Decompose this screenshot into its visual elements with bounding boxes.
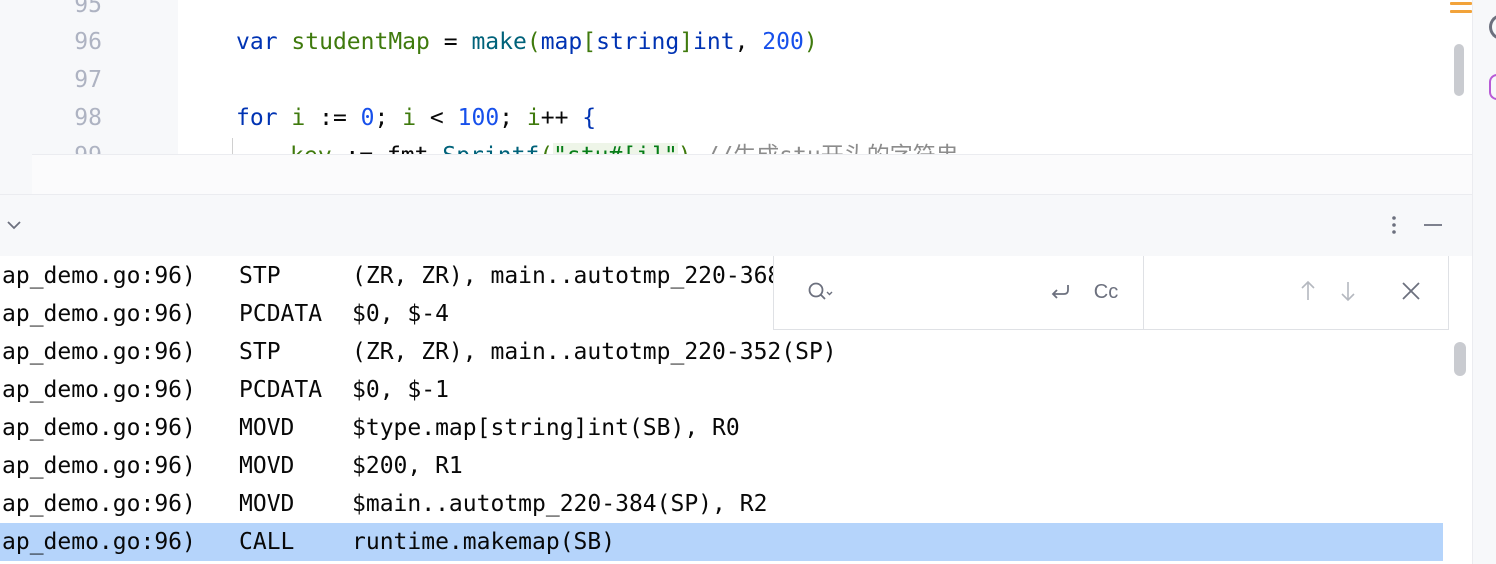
builtin-make: make: [471, 29, 527, 55]
operator: <: [416, 105, 458, 131]
identifier-studentmap: studentMap: [291, 29, 430, 55]
function-sprintf: Sprintf: [442, 143, 539, 154]
number-literal: 200: [762, 29, 804, 55]
type-string: string: [596, 29, 680, 55]
find-input[interactable]: [840, 274, 1040, 310]
keyword-map: map: [540, 29, 583, 55]
semicolon: ;: [499, 105, 527, 131]
match-case-toggle[interactable]: Cc: [1090, 276, 1122, 308]
chevron-down-icon[interactable]: [4, 215, 24, 235]
editor-lower-area: [32, 155, 1472, 194]
brace: {: [582, 105, 597, 131]
editor-left-strip: [0, 0, 32, 194]
dot: .: [428, 143, 442, 154]
code-area[interactable]: var studentMap = make(map[string]int, 20…: [178, 0, 1468, 154]
asm-source-location: ap_demo.go:96): [2, 415, 196, 441]
operator: :=: [305, 105, 361, 131]
operator: ++: [540, 105, 583, 131]
asm-operands: $0, $-1: [352, 377, 449, 403]
code-line-96[interactable]: var studentMap = make(map[string]int, 20…: [236, 23, 818, 61]
paren: ): [803, 29, 818, 55]
identifier-i: i: [402, 105, 417, 131]
asm-operands: (ZR, ZR), main..autotmp_220-368(SP): [352, 263, 837, 289]
identifier-i: i: [526, 105, 541, 131]
number-literal: 0: [360, 105, 375, 131]
asm-operands: (ZR, ZR), main..autotmp_220-352(SP): [352, 339, 837, 365]
warning-markers-icon[interactable]: [1450, 2, 1472, 20]
asm-operands: $0, $-4: [352, 301, 449, 327]
paren: (: [539, 143, 553, 154]
asm-source-location: ap_demo.go:96): [2, 491, 196, 517]
search-history-icon[interactable]: [806, 280, 834, 304]
type-int: int: [693, 29, 735, 55]
right-tool-strip: [1472, 0, 1496, 564]
code-line-98[interactable]: for i := 0; i < 100; i++ {: [236, 99, 596, 137]
bracket: [: [582, 29, 597, 55]
bracket: ]: [679, 29, 694, 55]
asm-row[interactable]: ap_demo.go:96) PCDATA $0, $-1: [0, 371, 1443, 409]
line-number: 97: [74, 67, 102, 93]
asm-row-selected[interactable]: ap_demo.go:96) CALL runtime.makemap(SB): [0, 523, 1443, 561]
asm-source-location: ap_demo.go:96): [2, 339, 196, 365]
output-scrollbar[interactable]: [1454, 342, 1466, 376]
minimize-icon[interactable]: [1421, 213, 1445, 237]
code-line-99[interactable]: key := fmt.Sprintf("stu#[i]") //生成stu开头的…: [290, 137, 959, 154]
asm-row[interactable]: ap_demo.go:96) MOVD $200, R1: [0, 447, 1443, 485]
asm-opcode: MOVD: [239, 491, 295, 517]
asm-operands: $type.map[string]int(SB), R0: [352, 415, 740, 441]
asm-source-location: ap_demo.go:96): [2, 301, 196, 327]
arrow-up-icon[interactable]: [1296, 278, 1320, 304]
asm-operands: $200, R1: [352, 453, 463, 479]
find-divider: [1143, 256, 1144, 330]
notifications-icon[interactable]: [1489, 14, 1496, 40]
line-number-gutter: 95 96 97 98 99: [32, 0, 178, 169]
asm-source-location: ap_demo.go:96): [2, 529, 196, 555]
paren: ): [678, 143, 692, 154]
find-bar: Cc: [773, 256, 1449, 330]
asm-source-location: ap_demo.go:96): [2, 453, 196, 479]
number-literal: 100: [457, 105, 500, 131]
line-number: 98: [74, 105, 102, 131]
asm-opcode: PCDATA: [239, 377, 323, 403]
identifier-i: i: [291, 105, 306, 131]
editor-scrollbar[interactable]: [1454, 44, 1464, 96]
asm-opcode: MOVD: [239, 415, 295, 441]
comma: ,: [734, 29, 763, 55]
asm-operands: $main..autotmp_220-384(SP), R2: [352, 491, 768, 517]
asm-opcode: PCDATA: [239, 301, 323, 327]
more-vertical-icon[interactable]: [1384, 213, 1404, 237]
asm-operands: runtime.makemap(SB): [352, 529, 616, 555]
code-comment: //生成stu开头的字符串: [692, 143, 958, 154]
identifier-key: key: [290, 143, 332, 154]
line-number: 95: [74, 0, 102, 18]
string-literal: "stu#[i]": [553, 143, 678, 154]
newline-icon[interactable]: [1048, 280, 1072, 304]
operator: =: [429, 29, 472, 55]
paren: (: [526, 29, 541, 55]
asm-opcode: MOVD: [239, 453, 295, 479]
asm-source-location: ap_demo.go:96): [2, 263, 196, 289]
tool-window-header: [0, 194, 1472, 256]
semicolon: ;: [374, 105, 403, 131]
ai-assistant-icon[interactable]: [1489, 74, 1496, 100]
close-icon[interactable]: [1399, 279, 1423, 303]
package-fmt: fmt: [387, 143, 429, 154]
asm-opcode: CALL: [239, 529, 295, 555]
keyword-for: for: [236, 105, 278, 131]
asm-row[interactable]: ap_demo.go:96) STP (ZR, ZR), main..autotmp…: [0, 333, 1443, 371]
asm-opcode: STP: [239, 339, 281, 365]
keyword-var: var: [236, 29, 278, 55]
code-editor[interactable]: 95 96 97 98 99 var studentMap = make(map…: [0, 0, 1472, 194]
asm-opcode: STP: [239, 263, 281, 289]
operator: :=: [332, 143, 387, 154]
indent-guide: [232, 138, 233, 154]
asm-row[interactable]: ap_demo.go:96) MOVD $type.map[string]int(S…: [0, 409, 1443, 447]
asm-source-location: ap_demo.go:96): [2, 377, 196, 403]
asm-row[interactable]: ap_demo.go:96) MOVD $main..autotmp_220-384…: [0, 485, 1443, 523]
arrow-down-icon[interactable]: [1336, 278, 1360, 304]
line-number: 96: [74, 29, 102, 55]
